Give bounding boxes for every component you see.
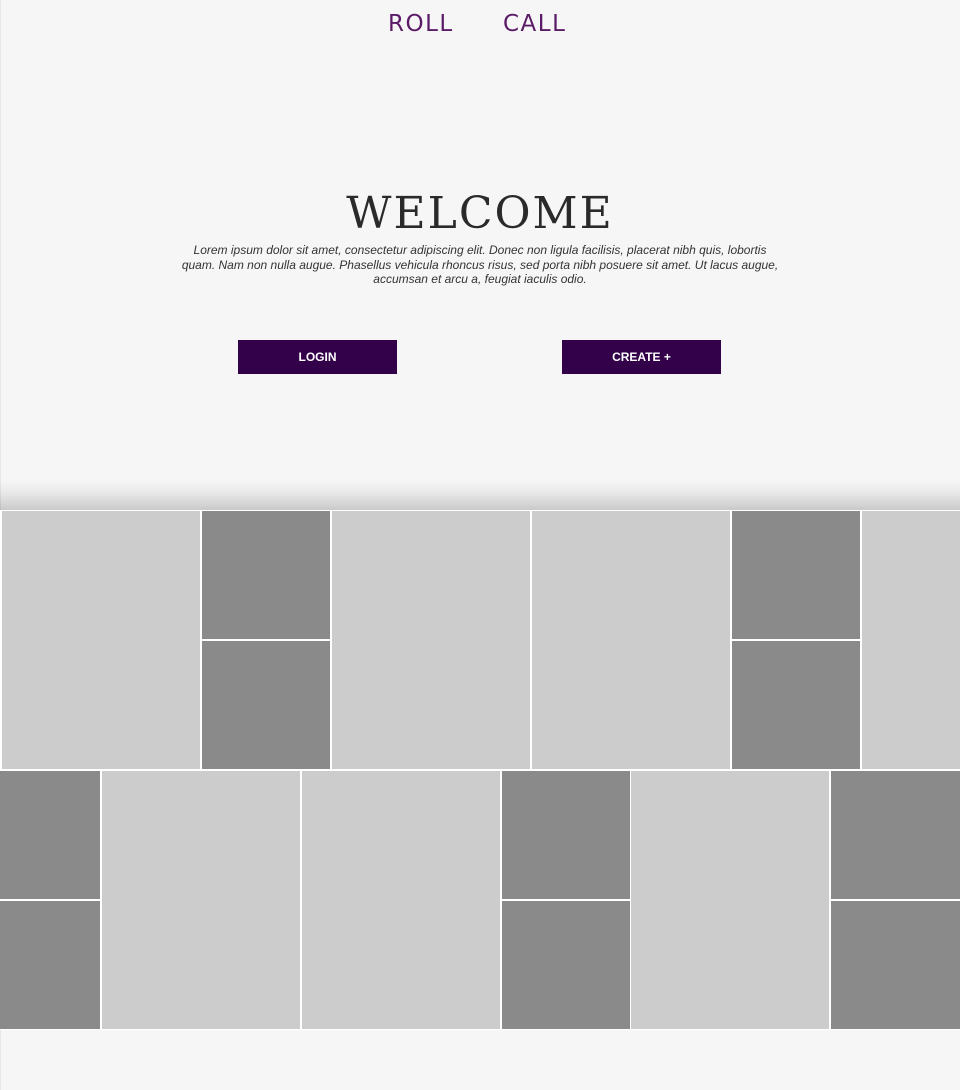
gallery-tile[interactable] [532,511,730,769]
create-button[interactable]: CREATE + [562,340,721,374]
gallery-tile[interactable] [502,771,630,899]
gallery-tile[interactable] [202,641,330,769]
login-button[interactable]: LOGIN [238,340,397,374]
gallery-tile[interactable] [102,771,300,1029]
gallery-tile[interactable] [631,771,829,1029]
gallery-tile[interactable] [332,511,530,769]
gallery-shadow [0,480,960,510]
brand-word-call: CALL [503,11,567,37]
gallery-tile[interactable] [831,901,960,1029]
gallery-tile[interactable] [0,771,100,899]
gallery-tile[interactable] [2,511,200,769]
gallery-tile[interactable] [831,771,960,899]
welcome-heading: WELCOME [346,188,614,239]
welcome-description: Lorem ipsum dolor sit amet, consectetur … [181,243,779,286]
gallery-tile[interactable] [0,901,100,1029]
brand-word-roll: ROLL [388,11,454,37]
brand-logo[interactable]: ROLL CALL [0,8,960,40]
photo-gallery [0,510,960,1030]
gallery-tile[interactable] [302,771,500,1029]
gallery-tile[interactable] [502,901,630,1029]
gallery-tile[interactable] [202,511,330,639]
gallery-tile[interactable] [732,641,860,769]
gallery-tile[interactable] [732,511,860,639]
gallery-tile[interactable] [862,511,960,769]
